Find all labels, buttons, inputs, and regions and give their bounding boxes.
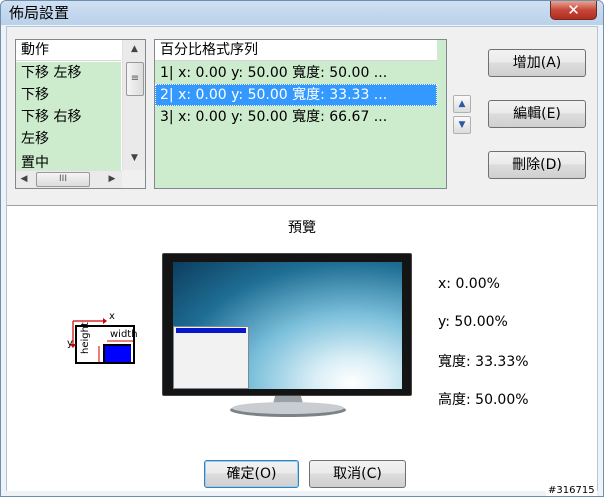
- vertical-scroll-thumb[interactable]: ≡: [126, 62, 144, 96]
- action-list-horizontal-scrollbar[interactable]: ◀ III ▶: [16, 170, 122, 188]
- move-up-button[interactable]: ▲: [453, 95, 471, 113]
- preview-y-value: y: 50.00%: [438, 314, 508, 330]
- action-item[interactable]: 置中: [16, 150, 121, 170]
- triangle-down-icon: ▼: [458, 120, 466, 130]
- diagram-width-label: width: [110, 329, 138, 340]
- diagram-height-label: height: [80, 322, 91, 354]
- dialog-body: 動作 下移 左移 下移 下移 右移 左移 置中 ▲ ≡ ▼ ◀ III ▶ 百分…: [6, 26, 598, 491]
- watermark-id: #316715: [546, 485, 597, 496]
- action-item[interactable]: 下移 右移: [16, 106, 121, 128]
- monitor-stand: [230, 396, 346, 417]
- ok-button[interactable]: 確定(O): [204, 460, 299, 488]
- preview-x-value: x: 0.00%: [438, 276, 500, 292]
- preview-width-value: 寬度: 33.33%: [438, 354, 529, 370]
- scroll-down-icon[interactable]: ▼: [124, 150, 145, 167]
- title-bar: 佈局設置 ✕: [1, 1, 603, 25]
- preview-height-value: 高度: 50.00%: [438, 392, 529, 408]
- horizontal-scroll-thumb[interactable]: III: [36, 172, 90, 187]
- scroll-up-icon[interactable]: ▲: [124, 41, 145, 58]
- percent-sequence-list[interactable]: 百分比格式序列 1| x: 0.00 y: 50.00 寬度: 50.00 ..…: [154, 39, 447, 189]
- percent-list-item-selected[interactable]: 2| x: 0.00 y: 50.00 寬度: 33.33 ...: [155, 84, 437, 106]
- add-button[interactable]: 增加(A): [488, 49, 586, 77]
- monitor-preview: [162, 253, 412, 396]
- window-title: 佈局設置: [9, 4, 70, 22]
- preview-title: 預覽: [288, 220, 316, 236]
- preview-window-titlebar: [176, 327, 247, 333]
- action-list-header: 動作: [16, 40, 121, 61]
- action-item[interactable]: 下移: [16, 84, 121, 106]
- action-list[interactable]: 動作 下移 左移 下移 下移 右移 左移 置中 ▲ ≡ ▼ ◀ III ▶: [15, 39, 146, 189]
- scroll-left-icon[interactable]: ◀: [16, 171, 32, 188]
- action-item[interactable]: 左移: [16, 128, 121, 150]
- close-button[interactable]: ✕: [550, 1, 597, 20]
- monitor-screen: [173, 262, 402, 389]
- triangle-up-icon: ▲: [458, 99, 466, 109]
- percent-list-header: 百分比格式序列: [155, 40, 437, 61]
- percent-list-item[interactable]: 3| x: 0.00 y: 50.00 寬度: 66.67 ...: [155, 106, 437, 128]
- percent-list-item[interactable]: 1| x: 0.00 y: 50.00 寬度: 50.00 ...: [155, 62, 437, 84]
- cancel-button[interactable]: 取消(C): [309, 460, 406, 488]
- diagram-y-label: y: [67, 338, 73, 349]
- scroll-right-icon[interactable]: ▶: [104, 171, 120, 188]
- close-icon: ✕: [567, 1, 580, 19]
- move-down-button[interactable]: ▼: [453, 116, 471, 134]
- delete-button[interactable]: 刪除(D): [488, 151, 586, 179]
- layout-diagram: x y width height: [67, 311, 139, 364]
- action-list-vertical-scrollbar[interactable]: ▲ ≡ ▼: [122, 40, 145, 170]
- edit-button[interactable]: 編輯(E): [488, 100, 586, 128]
- scrollbar-corner: [122, 170, 145, 188]
- preview-window: [173, 325, 250, 389]
- action-item[interactable]: 下移 左移: [16, 62, 121, 84]
- diagram-x-label: x: [109, 311, 115, 322]
- layout-settings-dialog: 佈局設置 ✕ 動作 下移 左移 下移 下移 右移 左移 置中 ▲ ≡ ▼ ◀ I…: [0, 0, 604, 497]
